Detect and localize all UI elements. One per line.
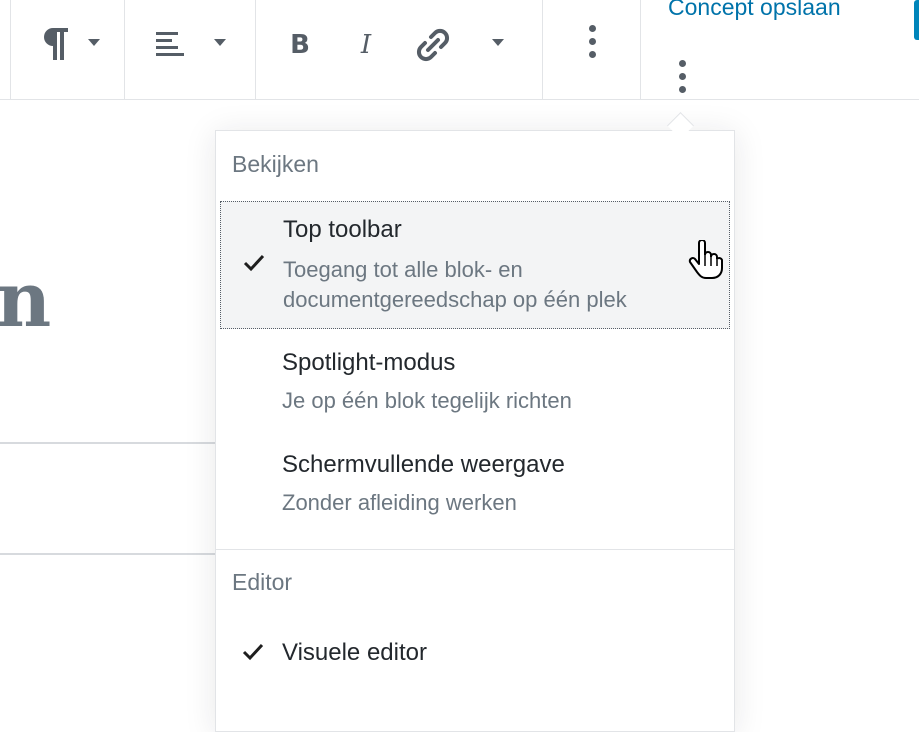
check-icon bbox=[242, 643, 264, 666]
toolbar-separator bbox=[255, 0, 256, 99]
menu-item-top-toolbar[interactable]: Top toolbar Toegang tot alle blok- en do… bbox=[220, 201, 730, 329]
block-divider bbox=[0, 442, 215, 444]
section-title-editor: Editor bbox=[232, 569, 293, 595]
paragraph-icon bbox=[37, 24, 73, 64]
block-toolbar: B I Concept opslaan bbox=[0, 0, 919, 100]
menu-item-label: Top toolbar bbox=[283, 216, 402, 243]
bold-icon[interactable]: B bbox=[283, 28, 317, 62]
block-type-switcher[interactable] bbox=[11, 0, 124, 99]
menu-item-label: Schermvullende weergave bbox=[282, 451, 565, 478]
align-left-icon bbox=[155, 30, 185, 58]
text-align-dropdown[interactable] bbox=[125, 0, 255, 99]
hand-cursor-icon bbox=[688, 239, 724, 285]
more-vertical-icon[interactable] bbox=[678, 60, 686, 99]
chevron-down-icon bbox=[88, 39, 100, 46]
menu-item-fullscreen-mode[interactable]: Schermvullende weergave Zonder afleiding… bbox=[220, 439, 730, 529]
menu-item-label: Spotlight-modus bbox=[282, 349, 456, 376]
publish-button-edge[interactable] bbox=[914, 0, 919, 40]
menu-item-description: documentgereedschap op één plek bbox=[283, 287, 627, 312]
section-title-view: Bekijken bbox=[232, 151, 319, 177]
menu-item-description: Zonder afleiding werken bbox=[282, 490, 517, 515]
link-icon[interactable] bbox=[413, 26, 453, 64]
chevron-down-icon[interactable] bbox=[492, 39, 504, 46]
italic-icon[interactable]: I bbox=[349, 28, 383, 62]
post-title-fragment[interactable]: n bbox=[0, 262, 51, 338]
menu-item-label: Visuele editor bbox=[282, 639, 427, 666]
menu-item-spotlight-mode[interactable]: Spotlight-modus Je op één blok tegelijk … bbox=[220, 337, 730, 427]
block-divider bbox=[0, 553, 215, 555]
menu-divider bbox=[216, 549, 734, 550]
more-menu-popover: Bekijken Top toolbar Toegang tot alle bl… bbox=[215, 130, 735, 732]
check-icon bbox=[243, 254, 265, 277]
chevron-down-icon bbox=[214, 39, 226, 46]
toolbar-separator bbox=[542, 0, 543, 99]
menu-item-description: Toegang tot alle blok- en bbox=[283, 257, 523, 282]
toolbar-separator bbox=[640, 0, 641, 99]
menu-item-description: Je op één blok tegelijk richten bbox=[282, 388, 572, 413]
save-draft-link[interactable]: Concept opslaan bbox=[668, 0, 841, 21]
more-options-icon[interactable] bbox=[588, 25, 596, 64]
menu-item-visual-editor[interactable]: Visuele editor bbox=[220, 621, 730, 681]
